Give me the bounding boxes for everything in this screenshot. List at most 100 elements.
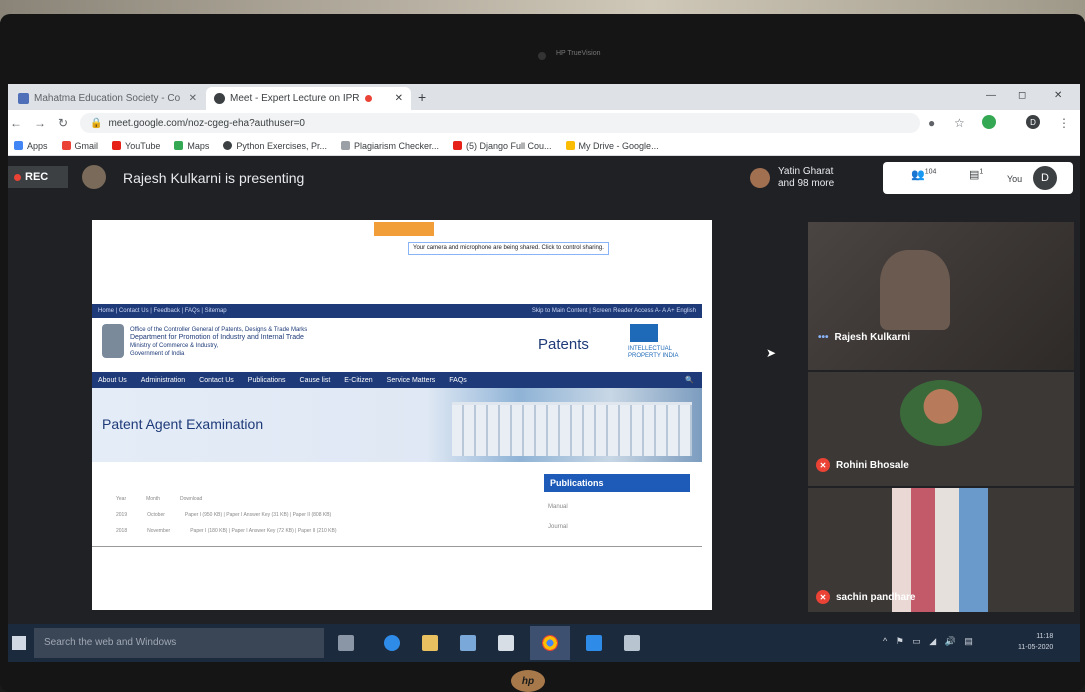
site-menu-item[interactable]: Contact Us: [199, 377, 234, 384]
bookmark-youtube[interactable]: YouTube: [112, 141, 160, 151]
people-icon: 👥: [911, 169, 925, 181]
store-icon[interactable]: [498, 635, 514, 651]
office-line: Ministry of Commerce & Industry,: [130, 343, 219, 349]
other-participants[interactable]: Yatin Gharat and 98 more: [778, 166, 834, 190]
mic-off-icon: ✕: [816, 590, 830, 604]
windows-start-icon[interactable]: [12, 636, 26, 650]
participant-count: 104: [924, 168, 937, 176]
profile-avatar[interactable]: D: [1026, 115, 1040, 129]
edge-icon[interactable]: [384, 635, 400, 651]
speaking-indicator-icon: •••: [818, 332, 829, 343]
table-header: Year: [116, 496, 127, 502]
building-image: [452, 402, 692, 456]
system-tray[interactable]: ^ ⚑ ▭ ◢ 🔊 ▤: [883, 636, 976, 647]
file-explorer-icon[interactable]: [422, 635, 438, 651]
site-menu-item[interactable]: Publications: [248, 377, 286, 384]
table-header: Download: [180, 496, 203, 502]
site-menu-item[interactable]: FAQs: [449, 377, 467, 384]
bookmark-apps[interactable]: Apps: [14, 141, 48, 151]
sharing-toolbar[interactable]: [374, 222, 434, 236]
reload-icon[interactable]: ↻: [58, 116, 68, 130]
publication-link[interactable]: Journal: [548, 524, 568, 530]
forward-icon[interactable]: →: [34, 116, 46, 130]
site-header: Office of the Controller General of Pate…: [92, 318, 702, 372]
bookmark-label: YouTube: [125, 140, 161, 151]
publications-heading: Publications: [544, 474, 690, 492]
close-tab-icon[interactable]: ✕: [189, 93, 197, 104]
maximize-icon[interactable]: ◻: [1018, 90, 1026, 101]
table-header: Month: [146, 496, 161, 502]
others-name: Yatin Gharat: [778, 166, 834, 177]
bookmark-label: My Drive - Google...: [578, 140, 659, 151]
table-cell-download[interactable]: Paper I (180 KB) | Paper I Answer Key (7…: [190, 528, 336, 534]
site-menu-item[interactable]: Cause list: [300, 377, 331, 384]
bookmark-star-icon[interactable]: ☆: [954, 116, 965, 130]
office-line: Department for Promotion of Industry and…: [130, 334, 304, 341]
back-icon[interactable]: ←: [10, 116, 22, 130]
bookmark-my-drive[interactable]: My Drive - Google...: [565, 140, 659, 151]
address-bar[interactable]: 🔒 meet.google.com/noz-cgeg-eha?authuser=…: [80, 113, 920, 133]
tab-meet[interactable]: Meet - Expert Lecture on IPR ✕: [206, 87, 411, 110]
recording-badge: REC: [8, 166, 68, 188]
bookmark-gmail[interactable]: Gmail: [61, 140, 99, 151]
ip-india-logo-icon: [630, 324, 658, 342]
table-cell-download[interactable]: Paper I (950 KB) | Paper I Answer Key (3…: [185, 512, 331, 518]
close-tab-icon[interactable]: ✕: [395, 93, 403, 104]
meet-favicon-icon: [214, 93, 225, 104]
webcam-label: HP TrueVision: [556, 50, 601, 57]
you-avatar[interactable]: D: [1033, 166, 1057, 190]
presenter-avatar: [82, 165, 106, 189]
bookmark-label: Apps: [27, 140, 48, 151]
search-icon[interactable]: 🔍: [685, 376, 694, 384]
recording-indicator-icon: [364, 95, 372, 102]
participant-tile-rohini[interactable]: ✕ Rohini Bhosale: [808, 372, 1074, 486]
minimize-icon[interactable]: —: [986, 90, 996, 101]
table-row: 2019 October Paper I (950 KB) | Paper I …: [116, 512, 331, 518]
photos-icon[interactable]: [460, 635, 476, 651]
participant-avatar: [900, 380, 982, 446]
close-window-icon[interactable]: ✕: [1054, 90, 1062, 101]
people-button[interactable]: 👥104: [911, 168, 936, 181]
table-cell: 2019: [116, 512, 128, 518]
participant-name: ✕ sachin pandhare: [816, 590, 915, 604]
bookmark-python-exercises[interactable]: Python Exercises, Pr...: [223, 141, 327, 151]
menu-icon[interactable]: ⋮: [1058, 116, 1070, 130]
tab-mahatma-education[interactable]: Mahatma Education Society - Co ✕: [10, 87, 205, 110]
site-menu-item[interactable]: Service Matters: [387, 377, 436, 384]
site-menu-item[interactable]: About Us: [98, 377, 127, 384]
site-menu-item[interactable]: E-Citizen: [344, 377, 372, 384]
vscode-icon[interactable]: [586, 635, 602, 651]
drive-icon: [565, 141, 575, 150]
participant-tile-sachin[interactable]: ✕ sachin pandhare: [808, 488, 1074, 612]
publication-link[interactable]: Manual: [548, 504, 568, 510]
bookmark-plagiarism-checker[interactable]: Plagiarism Checker...: [340, 140, 439, 151]
site-menu-item[interactable]: Administration: [141, 377, 185, 384]
table-cell: October: [147, 512, 165, 518]
participant-tile-rajesh[interactable]: ••• Rajesh Kulkarni: [808, 222, 1074, 370]
bookmark-label: Gmail: [74, 140, 99, 151]
office-line: Government of India: [130, 351, 185, 357]
site-favicon-icon: [18, 93, 29, 104]
clock-time: 11:18: [1036, 633, 1054, 640]
sharing-notice: Your camera and microphone are being sha…: [408, 242, 609, 255]
chrome-taskbar-active[interactable]: [530, 626, 570, 660]
app-icon[interactable]: [624, 635, 640, 651]
meet-header: REC Rajesh Kulkarni is presenting Yatin …: [8, 156, 1080, 200]
bookmark-label: Plagiarism Checker...: [353, 140, 439, 151]
browser-toolbar: ← → ↻ 🔒 meet.google.com/noz-cgeg-eha?aut…: [8, 110, 1080, 136]
extension-icon[interactable]: [982, 115, 996, 129]
presenting-status: Rajesh Kulkarni is presenting: [123, 170, 305, 186]
bookmark-maps[interactable]: Maps: [174, 141, 209, 151]
meet-top-controls: 👥104 ▤1 You D: [883, 162, 1073, 194]
taskbar-search[interactable]: Search the web and Windows: [34, 628, 324, 658]
task-view-icon[interactable]: [338, 635, 354, 651]
chat-button[interactable]: ▤1: [969, 168, 983, 181]
bookmark-django[interactable]: (5) Django Full Cou...: [453, 141, 552, 151]
new-tab-button[interactable]: +: [418, 89, 426, 105]
site-top-nav: Home | Contact Us | Feedback | FAQs | Si…: [92, 304, 702, 318]
bookmark-label: Maps: [187, 140, 210, 151]
camera-indicator-icon[interactable]: ●: [928, 116, 935, 130]
tab-label: Meet - Expert Lecture on IPR: [230, 93, 360, 104]
taskbar-clock[interactable]: 11:18 11-05-2020: [1018, 631, 1053, 653]
site-topnav-right: Skip to Main Content | Screen Reader Acc…: [531, 308, 696, 314]
